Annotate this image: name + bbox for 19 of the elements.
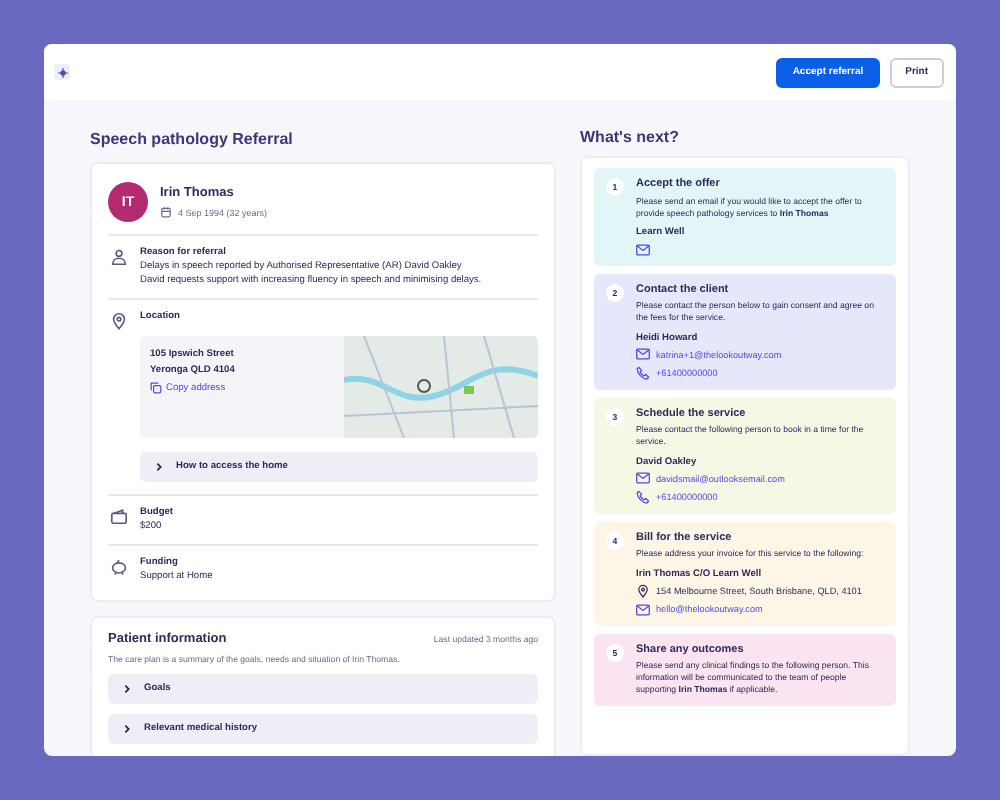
logo-icon[interactable]	[54, 64, 70, 80]
copy-icon	[150, 382, 162, 394]
page-title: Speech pathology Referral	[90, 130, 295, 148]
person-icon	[110, 248, 128, 266]
calendar-icon	[160, 206, 172, 218]
chevron-icon	[154, 462, 164, 472]
wallet-icon	[110, 508, 128, 526]
email-icon	[636, 243, 650, 256]
phone-icon	[636, 365, 650, 380]
phone-icon	[636, 489, 650, 504]
chevron-icon	[122, 724, 132, 734]
email-icon	[636, 472, 650, 485]
email-icon	[636, 348, 650, 361]
location-pin-icon	[636, 584, 650, 599]
chevron-icon	[122, 684, 132, 694]
section-title: What's next?	[580, 128, 681, 146]
location-pin-icon	[110, 312, 128, 330]
email-icon	[636, 603, 650, 616]
piggy-bank-icon	[110, 558, 128, 576]
